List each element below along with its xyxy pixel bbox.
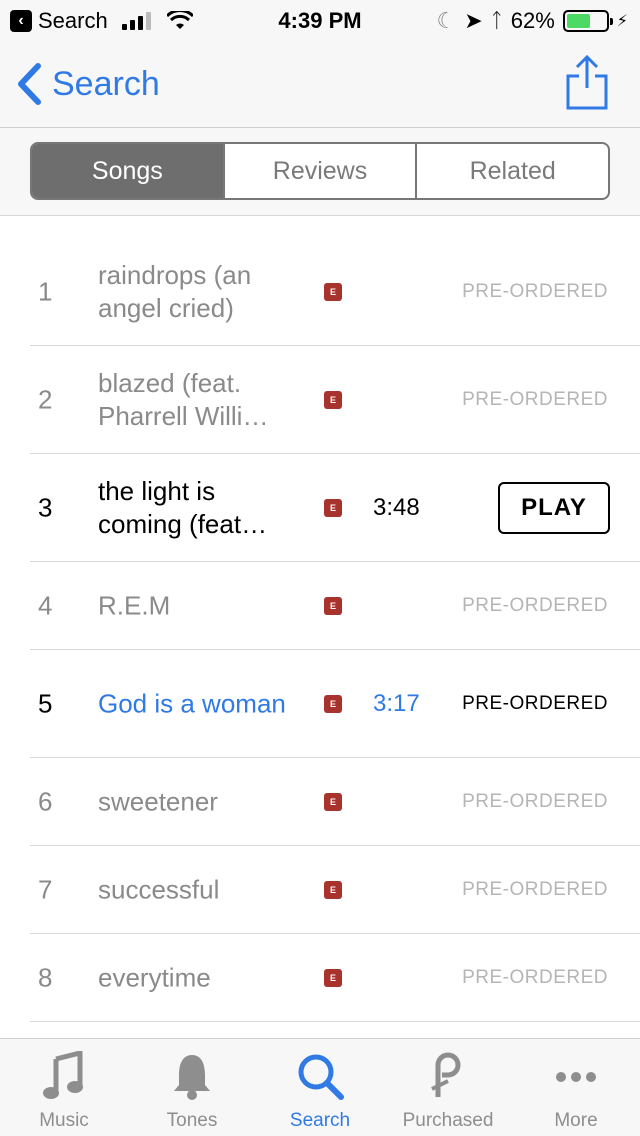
battery-fill [566, 14, 591, 28]
explicit-badge-icon: E [324, 694, 342, 713]
tab-music[interactable]: Music [0, 1039, 128, 1136]
track-title: blazed (feat. Pharrell Willi… [98, 367, 269, 431]
track-number: 1 [38, 276, 53, 306]
bell-icon [174, 1055, 210, 1100]
track-title: R.E.M [98, 590, 171, 620]
share-icon[interactable] [564, 54, 610, 110]
back-button-label: Search [52, 64, 160, 103]
status-bar: ‹ Search 4:39 PM ☾ ➤ ᛏ 62% ⚡ [0, 0, 640, 40]
charging-bolt-icon: ⚡ [616, 13, 628, 30]
play-button[interactable]: PLAY [498, 481, 610, 534]
battery-percent: 62% [510, 8, 555, 33]
track-status: PRE-ORDERED [462, 790, 608, 812]
tab-label: Purchased [402, 1110, 494, 1131]
track-row[interactable]: 5 God is a woman E 3:17 PRE-ORDERED [30, 650, 640, 758]
track-title: sweetener [98, 786, 218, 816]
track-number: 3 [38, 492, 53, 522]
track-number: 8 [38, 962, 53, 992]
track-row[interactable]: 4 R.E.M E PRE-ORDERED [30, 562, 640, 650]
explicit-badge-icon: E [324, 596, 342, 615]
tab-label: Music [39, 1110, 89, 1131]
track-status: PRE-ORDERED [462, 966, 608, 988]
moon-icon: ☾ [436, 8, 457, 33]
explicit-badge-icon: E [324, 498, 342, 517]
segmented-control: Songs Reviews Related [30, 142, 610, 200]
track-title: everytime [98, 962, 211, 992]
tab-label: More [554, 1110, 598, 1131]
track-status: PRE-ORDERED [462, 692, 608, 714]
explicit-badge-icon: E [324, 968, 342, 987]
more-dots-icon [556, 1072, 596, 1082]
track-list: 1 raindrops (an angel cried) E PRE-ORDER… [0, 238, 640, 1022]
track-row[interactable]: 7 successful E PRE-ORDERED [30, 846, 640, 934]
segment-area: Songs Reviews Related [0, 128, 640, 216]
purchased-icon [431, 1052, 461, 1097]
track-row[interactable]: 8 everytime E PRE-ORDERED [30, 934, 640, 1022]
back-button[interactable]: Search [16, 62, 160, 106]
track-title: raindrops (an angel cried) [98, 259, 252, 323]
segment-reviews[interactable]: Reviews [222, 144, 416, 198]
track-row[interactable]: 3 the light is coming (feat… E 3:48 PLAY [30, 454, 640, 562]
explicit-badge-icon: E [324, 880, 342, 899]
track-title: successful [98, 874, 220, 904]
tab-more[interactable]: More [512, 1039, 640, 1136]
track-duration: 3:17 [373, 689, 420, 717]
search-icon [298, 1054, 344, 1100]
track-status: PRE-ORDERED [462, 388, 608, 410]
tab-label: Tones [166, 1110, 218, 1131]
explicit-badge-icon: E [324, 282, 342, 301]
chevron-left-icon [18, 63, 41, 105]
track-status: PRE-ORDERED [462, 594, 608, 616]
track-row[interactable]: 1 raindrops (an angel cried) E PRE-ORDER… [30, 238, 640, 346]
location-arrow-icon: ➤ [464, 8, 483, 33]
tab-label: Search [289, 1110, 351, 1131]
music-note-icon [43, 1051, 83, 1099]
track-number: 2 [38, 384, 53, 414]
tab-bar: Music Tones Search Purchased More [0, 1038, 640, 1136]
track-title: God is a woman [98, 688, 286, 718]
track-number: 4 [38, 590, 53, 620]
tab-tones[interactable]: Tones [128, 1039, 256, 1136]
track-number: 6 [38, 786, 53, 816]
segment-songs[interactable]: Songs [32, 144, 223, 198]
explicit-badge-icon: E [324, 792, 342, 811]
battery-icon [562, 10, 613, 32]
track-duration: 3:48 [373, 493, 420, 521]
track-number: 7 [38, 874, 53, 904]
bluetooth-icon: ᛏ [490, 9, 503, 32]
track-row[interactable]: 2 blazed (feat. Pharrell Willi… E PRE-OR… [30, 346, 640, 454]
navigation-bar: Search [0, 40, 640, 128]
track-title: the light is coming (feat… [98, 475, 268, 539]
track-status: PRE-ORDERED [462, 280, 608, 302]
track-status: PRE-ORDERED [462, 878, 608, 900]
tab-purchased[interactable]: Purchased [384, 1039, 512, 1136]
track-number: 5 [38, 688, 53, 718]
segment-related[interactable]: Related [415, 144, 608, 198]
track-row[interactable]: 6 sweetener E PRE-ORDERED [30, 758, 640, 846]
tab-search[interactable]: Search [256, 1039, 384, 1136]
status-right: ☾ ➤ ᛏ 62% ⚡ [437, 8, 628, 34]
explicit-badge-icon: E [324, 390, 342, 409]
